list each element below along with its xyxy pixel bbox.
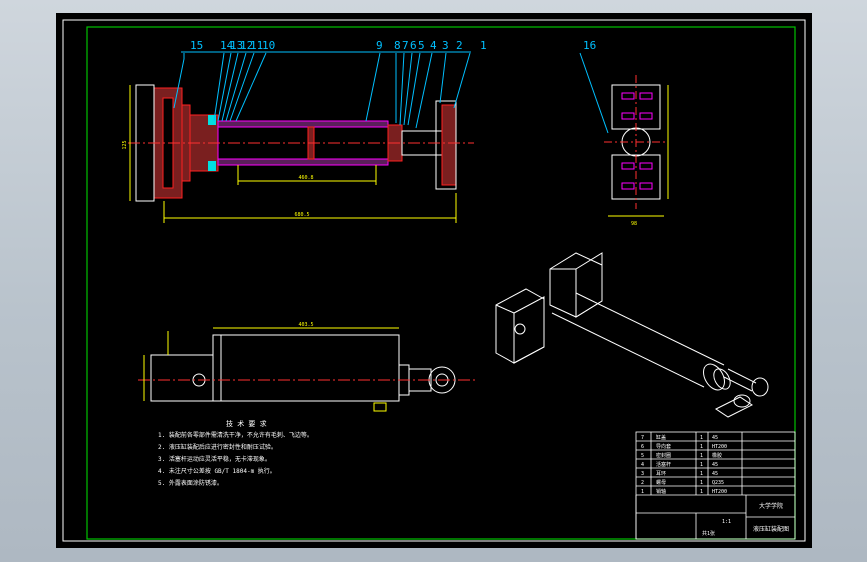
tech-line-4: 4. 未注尺寸公差按 GB/T 1804-m 执行。 [158, 467, 276, 475]
elevation-view: 403.5 [138, 322, 476, 412]
dim-total-length: 680.5 [294, 212, 309, 218]
dim-side-width: 98 [631, 221, 637, 227]
svg-text:4: 4 [641, 462, 644, 468]
callout-9: 9 [376, 39, 383, 52]
svg-text:5: 5 [641, 453, 644, 459]
dim-bore: 403.5 [298, 322, 313, 328]
elevation-bracket [150, 354, 214, 402]
svg-text:1: 1 [700, 480, 703, 486]
drawing-sheet: 680.5 460.8 125 15 14 13 12 11 10 9 8 7 … [56, 13, 812, 548]
scale-value: 1:1 [722, 519, 731, 525]
callout-7: 7 [402, 39, 409, 52]
svg-text:销轴: 销轴 [656, 488, 666, 495]
drawing-name: 液压缸装配图 [753, 525, 789, 533]
svg-text:1: 1 [641, 489, 644, 495]
svg-text:6: 6 [641, 444, 644, 450]
svg-text:3: 3 [641, 471, 644, 477]
svg-text:HT200: HT200 [712, 444, 727, 450]
tech-requirements: 技 术 要 求 1. 装配前各零部件需清洗干净，不允许有毛刺、飞边等。 2. 液… [158, 419, 313, 487]
svg-text:耳环: 耳环 [656, 471, 666, 477]
front-section-view: 680.5 460.8 125 [122, 51, 474, 223]
svg-text:1: 1 [700, 453, 703, 459]
svg-text:缸盖: 缸盖 [656, 434, 666, 441]
tech-line-2: 2. 液压缸装配后应进行密封性和耐压试验。 [158, 443, 277, 451]
svg-text:密封圈: 密封圈 [656, 452, 671, 459]
svg-text:1: 1 [700, 435, 703, 441]
svg-text:2: 2 [641, 480, 644, 486]
callout-3: 3 [442, 39, 449, 52]
isometric-view [495, 252, 769, 418]
svg-text:HT200: HT200 [712, 489, 727, 495]
svg-text:活塞杆: 活塞杆 [656, 461, 671, 468]
svg-text:7: 7 [641, 435, 644, 441]
svg-text:45: 45 [712, 462, 718, 468]
application-background: 680.5 460.8 125 15 14 13 12 11 10 9 8 7 … [0, 0, 867, 562]
svg-text:45: 45 [712, 471, 718, 477]
callout-1: 1 [480, 39, 487, 52]
svg-text:1: 1 [700, 471, 703, 477]
svg-text:橡胶: 橡胶 [712, 452, 722, 459]
svg-text:1: 1 [700, 444, 703, 450]
cad-drawing: 680.5 460.8 125 15 14 13 12 11 10 9 8 7 … [62, 19, 806, 542]
title-block: 大学学院 液压缸装配图 1:1 共1张 [702, 502, 789, 537]
svg-text:1: 1 [700, 462, 703, 468]
callout-6: 6 [410, 39, 417, 52]
sheet-count: 共1张 [702, 530, 715, 537]
elevation-barrel [212, 334, 400, 402]
callout-4: 4 [430, 39, 437, 52]
svg-text:Q235: Q235 [712, 480, 724, 486]
callout-8: 8 [394, 39, 401, 52]
tech-line-3: 3. 活塞杆运动应灵活平稳，无卡滞现象。 [158, 455, 271, 463]
callout-2: 2 [456, 39, 463, 52]
school-name: 大学学院 [759, 502, 783, 510]
svg-text:1: 1 [700, 489, 703, 495]
callout-numbers: 15 14 13 12 11 10 9 8 7 6 5 4 3 2 1 16 [190, 39, 596, 52]
callout-15: 15 [190, 39, 203, 52]
callout-5: 5 [418, 39, 425, 52]
side-view: 98 [579, 52, 669, 227]
tech-line-1: 1. 装配前各零部件需清洗干净，不允许有毛刺、飞边等。 [158, 431, 313, 439]
svg-text:螺母: 螺母 [656, 479, 666, 486]
tech-title: 技 术 要 求 [226, 419, 267, 428]
svg-text:导向套: 导向套 [656, 443, 671, 450]
dim-stroke: 460.8 [298, 175, 313, 181]
callout-10: 10 [262, 39, 275, 52]
tech-line-5: 5. 外露表面涂防锈漆。 [158, 479, 223, 487]
svg-text:45: 45 [712, 435, 718, 441]
callout-16: 16 [583, 39, 596, 52]
dim-height: 125 [122, 140, 128, 149]
